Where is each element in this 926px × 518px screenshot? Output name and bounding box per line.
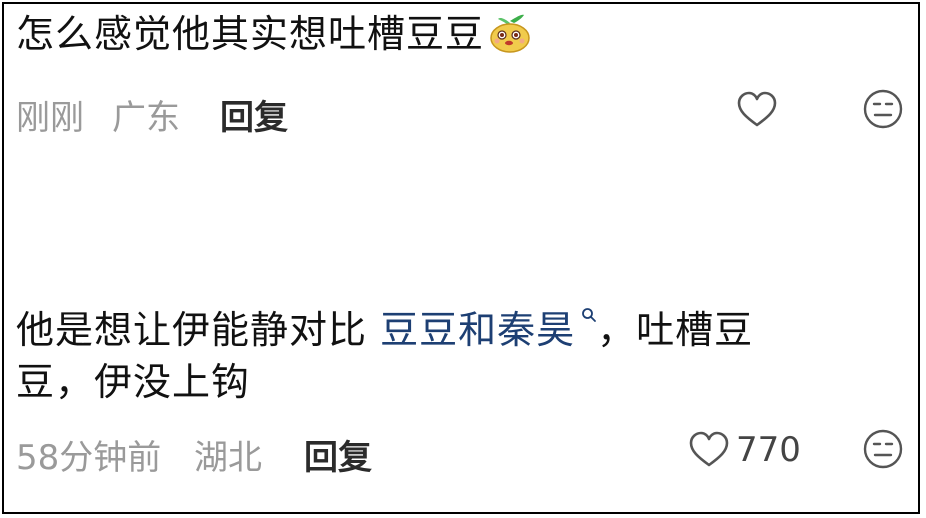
comment-location: 广东 [112,98,180,138]
heart-outline-icon [689,431,729,467]
neutral-face-icon[interactable] [862,88,904,130]
comment-text: 他是想让伊能静对比 豆豆和秦昊 ，吐槽豆豆，伊没上钩 [16,304,904,408]
comment-body: 怎么感觉他其实想吐槽豆豆 [16,12,485,56]
reply-button[interactable]: 回复 [220,90,288,139]
bean-sticker-emoji [490,14,530,53]
like-button[interactable]: 770 [688,426,801,474]
comment-body-cont: ，吐槽豆 [597,308,754,352]
comment-text: 怎么感觉他其实想吐槽豆豆 [16,8,904,60]
comment-body-line2: 豆，伊没上钩 [16,360,251,404]
comment-meta: 刚刚 广东 回复 [16,86,904,139]
comment-meta: 58分钟前 湖北 回复 770 [16,426,904,479]
comment-location: 湖北 [194,438,262,478]
comment-item: 怎么感觉他其实想吐槽豆豆 刚刚 广东 回复 [16,8,904,139]
comment-item: 他是想让伊能静对比 豆豆和秦昊 ，吐槽豆豆，伊没上钩 58分钟前 湖北 回复 7… [16,304,904,479]
heart-outline-icon [737,91,777,127]
comment-list: 怎么感觉他其实想吐槽豆豆 刚刚 广东 回复 他是想让伊能静对比 豆豆和秦昊 ，吐… [2,2,920,514]
like-button[interactable] [736,86,778,134]
reply-button[interactable]: 回复 [304,430,372,479]
search-icon[interactable] [581,307,597,323]
comment-body: 他是想让伊能静对比 [16,308,381,352]
comment-time: 58分钟前 [16,438,162,478]
topic-link[interactable]: 豆豆和秦昊 [380,308,575,352]
neutral-face-icon[interactable] [862,428,904,470]
like-count: 770 [736,430,801,470]
comment-time: 刚刚 [16,98,84,138]
